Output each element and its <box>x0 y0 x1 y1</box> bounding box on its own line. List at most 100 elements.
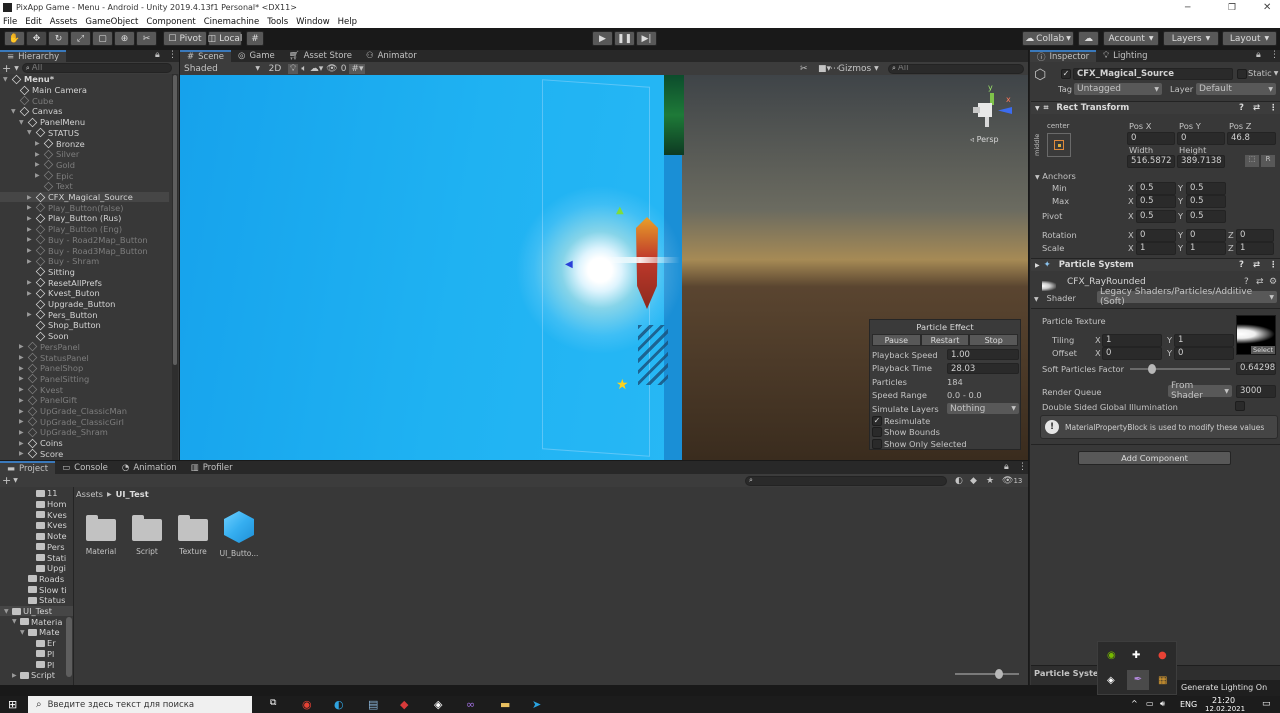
checkbox[interactable] <box>872 438 882 449</box>
tag-dropdown[interactable]: Untagged ▼ <box>1074 83 1162 95</box>
help-icon[interactable]: ? <box>1239 103 1244 113</box>
close-icon[interactable]: ✕ <box>1263 2 1271 13</box>
tab-game[interactable]: ◎ Game <box>231 50 282 62</box>
folder-icon[interactable]: ▬ <box>500 698 510 711</box>
pivot-y-field[interactable]: 0.5 <box>1186 210 1226 223</box>
project-tree-item[interactable]: Kves <box>0 520 73 531</box>
gizmos-dropdown[interactable]: Gizmos ▼ <box>838 64 879 74</box>
hierarchy-item[interactable]: ▶ UpGrade_ClassicMan <box>0 406 169 417</box>
scene-orientation-gizmo[interactable]: y x ◃ Persp <box>970 83 1022 144</box>
hierarchy-search-input[interactable]: ⌕ All <box>21 63 172 73</box>
hierarchy-item[interactable]: Text <box>0 181 169 192</box>
hierarchy-item[interactable]: ▶ Buy - Shram <box>0 256 169 267</box>
hierarchy-item[interactable]: ▼ PanelMenu <box>0 117 169 128</box>
rotation-y-field[interactable]: 0 <box>1186 229 1226 242</box>
tiling-x-field[interactable]: 1 <box>1102 334 1162 347</box>
hierarchy-item[interactable]: ▶ UpGrade_ClassicGirl <box>0 416 169 427</box>
language-indicator[interactable]: ENG <box>1180 700 1197 709</box>
render-queue-mode-dropdown[interactable]: From Shader ▼ <box>1168 381 1232 401</box>
row-value[interactable]: 1.00 <box>947 349 1019 361</box>
hidden-packages-icon[interactable]: 👁︎13 <box>1002 476 1022 486</box>
expand-arrow-icon[interactable]: ▼ <box>12 618 20 625</box>
expand-arrow-icon[interactable]: ▶ <box>27 226 35 233</box>
preset-icon[interactable]: ⇄ <box>1256 277 1264 287</box>
expand-arrow-icon[interactable]: ▶ <box>27 258 35 265</box>
hierarchy-item[interactable]: ▶ Score <box>0 449 169 460</box>
project-tree-item[interactable]: Er <box>0 638 73 649</box>
material-name[interactable]: CFX_RayRounded <box>1067 277 1146 287</box>
asset-item[interactable]: Texture <box>176 511 210 556</box>
pos-y-field[interactable]: 0 <box>1177 132 1225 145</box>
tab-project[interactable]: ▬ Project <box>0 461 56 474</box>
offset-y-field[interactable]: 0 <box>1174 347 1234 360</box>
menu-dots-icon[interactable]: ⋮ <box>1270 50 1279 60</box>
step-button[interactable]: ▶| <box>636 31 657 46</box>
hierarchy-item[interactable]: ▼ Canvas <box>0 106 169 117</box>
project-tree-item[interactable]: Hom <box>0 499 73 510</box>
edge-icon[interactable]: ◐ <box>334 698 344 711</box>
minimize-icon[interactable]: ─ <box>1185 3 1190 13</box>
hierarchy-item[interactable]: ▶ ResetAllPrefs <box>0 277 169 288</box>
blueprint-mode-icon[interactable]: ⬚ <box>1245 155 1259 167</box>
add-component-button[interactable]: Add Component <box>1078 451 1231 465</box>
expand-arrow-icon[interactable]: ▶ <box>12 672 20 679</box>
effects-toggle-icon[interactable]: ☁▾ <box>310 64 324 74</box>
tab-profiler[interactable]: ▥ Profiler <box>184 461 240 474</box>
menu-tools[interactable]: Tools <box>267 17 288 27</box>
expand-arrow-icon[interactable]: ▶ <box>35 140 43 147</box>
hierarchy-item[interactable]: Soon <box>0 331 169 342</box>
y-axis-handle-icon[interactable]: ▲ <box>616 205 624 216</box>
2d-toggle[interactable]: 2D <box>265 64 285 74</box>
row-value[interactable]: 28.03 <box>947 362 1019 374</box>
breadcrumb-item[interactable]: UI_Test <box>116 489 149 499</box>
height-field[interactable]: 389.7138 <box>1177 155 1225 168</box>
expand-arrow-icon[interactable]: ▼ <box>11 108 19 115</box>
hierarchy-item[interactable]: ▶ Kvest_Buton <box>0 288 169 299</box>
rotation-z-field[interactable]: 0 <box>1236 229 1274 242</box>
expand-arrow-icon[interactable]: ▶ <box>19 397 27 404</box>
scale-y-field[interactable]: 1 <box>1186 242 1226 255</box>
max-x-field[interactable]: 0.5 <box>1136 195 1176 208</box>
hierarchy-item[interactable]: ▶ PanelSitting <box>0 374 169 385</box>
task-view-icon[interactable]: ⧉ <box>270 698 276 708</box>
taskbar-search[interactable]: ⌕ Введите здесь текст для поиска <box>28 696 252 713</box>
preset-icon[interactable]: ⇄ <box>1253 103 1260 113</box>
raw-edit-mode-icon[interactable]: R <box>1261 155 1275 167</box>
hierarchy-item[interactable]: Shop_Button <box>0 320 169 331</box>
hierarchy-item[interactable]: ▶ Buy - Road2Map_Button <box>0 235 169 246</box>
pause-button[interactable]: ❚❚ <box>614 31 635 46</box>
tab-inspector[interactable]: ⓘ Inspector <box>1030 50 1097 63</box>
clock-date[interactable]: 12.02.2021 <box>1205 705 1245 713</box>
scale-x-field[interactable]: 1 <box>1136 242 1176 255</box>
tab-scene[interactable]: # Scene <box>180 50 232 62</box>
menu-component[interactable]: Component <box>146 17 195 27</box>
pause-effect-button[interactable]: Pause <box>872 334 921 346</box>
min-x-field[interactable]: 0.5 <box>1136 182 1176 195</box>
tab-hierarchy[interactable]: ≡ Hierarchy <box>0 50 67 62</box>
object-name-field[interactable]: CFX_Magical_Source <box>1073 68 1233 80</box>
rotation-x-field[interactable]: 0 <box>1136 229 1176 242</box>
soft-particles-slider[interactable] <box>1130 364 1230 374</box>
audio-toggle-icon[interactable]: 🔈︎ <box>301 64 306 74</box>
width-field[interactable]: 516.5872 <box>1127 155 1175 168</box>
hierarchy-item[interactable]: ▶ PersPanel <box>0 342 169 353</box>
hierarchy-item[interactable]: Main Camera <box>0 85 169 96</box>
app-tray-icon[interactable]: ✚ <box>1132 650 1140 661</box>
lock-icon[interactable]: 🔒︎ <box>1256 50 1261 60</box>
menu-dots-icon[interactable]: ⋮ <box>168 50 177 60</box>
dropdown-arrow-icon[interactable]: ▼ <box>13 477 18 484</box>
static-checkbox[interactable] <box>1237 69 1247 79</box>
maximize-icon[interactable]: ❐ <box>1228 3 1236 13</box>
project-tree-item[interactable]: Roads <box>0 574 73 585</box>
expand-arrow-icon[interactable]: ▶ <box>27 204 35 211</box>
pivot-x-field[interactable]: 0.5 <box>1136 210 1176 223</box>
search-by-label-icon[interactable]: ◆ <box>970 476 977 486</box>
render-queue-field[interactable]: 3000 <box>1236 385 1276 398</box>
nvidia-icon[interactable]: ◉ <box>1107 650 1116 661</box>
max-y-field[interactable]: 0.5 <box>1186 195 1226 208</box>
tiling-y-field[interactable]: 1 <box>1174 334 1234 347</box>
layout-dropdown[interactable]: Layout ▼ <box>1222 31 1277 46</box>
menu-file[interactable]: File <box>3 17 17 27</box>
tab-asset-store[interactable]: 🛒︎ Asset Store <box>282 50 359 62</box>
rect-transform-header[interactable]: ▼ ⌗ Rect Transform ? ⇄ ⋮ <box>1031 101 1280 114</box>
